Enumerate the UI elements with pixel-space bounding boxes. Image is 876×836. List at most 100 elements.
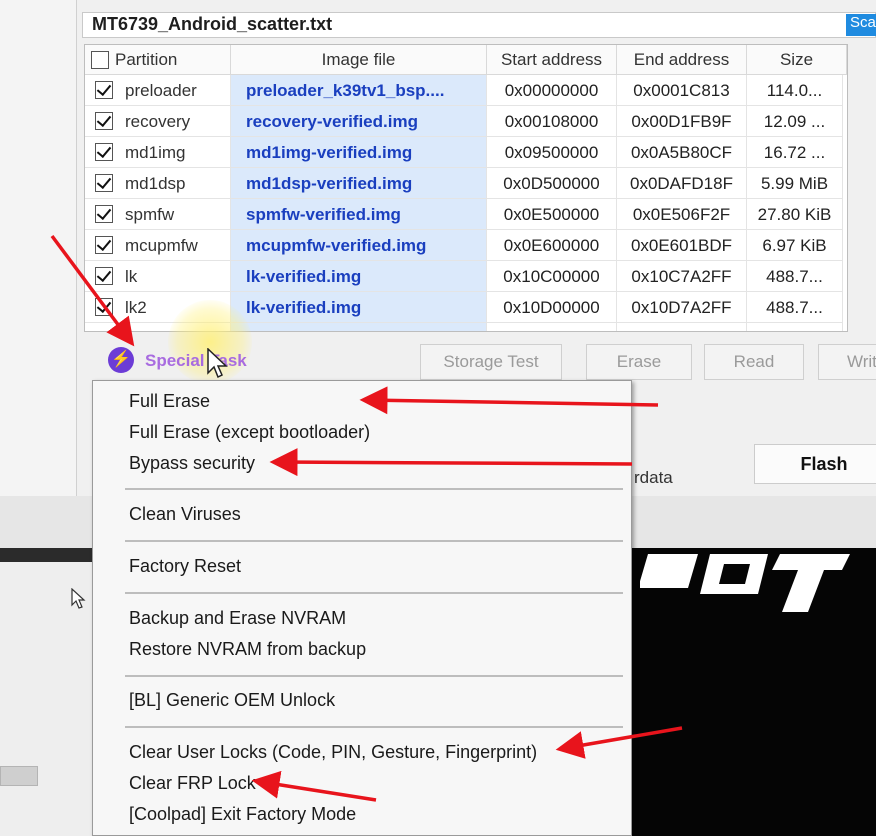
partition-name: md1dsp — [125, 174, 186, 193]
partition-name: md1img — [125, 143, 186, 162]
menu-item-factory-reset[interactable]: Factory Reset — [129, 556, 241, 577]
partition-name: lk2 — [125, 298, 147, 317]
write-button[interactable]: Writ — [818, 344, 876, 380]
menu-separator — [125, 592, 623, 594]
partition-checkbox[interactable] — [95, 80, 113, 99]
menu-item-generic-oem-unlock[interactable]: [BL] Generic OEM Unlock — [129, 690, 335, 711]
start-address-cell: 0x09500000 — [487, 137, 617, 168]
table-row[interactable]: md1dsp md1dsp-verified.img 0x0D500000 0x0DA… — [85, 168, 847, 199]
partition-table: Partition Image file Start address End a… — [84, 44, 848, 332]
menu-item-backup-erase-nvram[interactable]: Backup and Erase NVRAM — [129, 608, 346, 629]
end-cell — [617, 323, 747, 331]
menu-item-clean-viruses[interactable]: Clean Viruses — [129, 504, 241, 525]
checkmark-icon — [96, 111, 112, 128]
menu-separator — [125, 726, 623, 728]
checkmark-icon — [96, 266, 112, 283]
menu-separator — [125, 675, 623, 677]
start-address-cell: 0x0D500000 — [487, 168, 617, 199]
partition-cell: mcupmfw — [85, 230, 231, 261]
image-file-cell[interactable]: spmfw-verified.img — [231, 199, 487, 230]
partition-checkbox[interactable] — [95, 204, 113, 223]
header-start-address[interactable]: Start address — [487, 45, 617, 75]
size-cell: 114.0... — [747, 75, 843, 106]
partition-cell: lk — [85, 261, 231, 292]
checkmark-icon — [96, 80, 112, 97]
end-address-cell: 0x00D1FB9F — [617, 106, 747, 137]
end-address-cell: 0x0DAFD18F — [617, 168, 747, 199]
start-address-cell: 0x10C00000 — [487, 261, 617, 292]
horizontal-scrollbar[interactable] — [0, 766, 38, 786]
end-address-cell: 0x0001C813 — [617, 75, 747, 106]
image-file-cell[interactable]: recovery-verified.img — [231, 106, 487, 137]
start-address-cell: 0x10D00000 — [487, 292, 617, 323]
partition-cell: spmfw — [85, 199, 231, 230]
checkmark-icon — [96, 142, 112, 159]
size-cell: 488.7... — [747, 292, 843, 323]
checkmark-icon — [96, 235, 112, 252]
menu-item-full-erase[interactable]: Full Erase — [129, 391, 210, 412]
end-address-cell: 0x0E506F2F — [617, 199, 747, 230]
table-row[interactable]: lk lk-verified.img 0x10C00000 0x10C7A2FF 488… — [85, 261, 847, 292]
lightning-bolt-icon[interactable]: ⚡ — [108, 347, 134, 373]
partition-cell: md1dsp — [85, 168, 231, 199]
special-task-menu: Full Erase Full Erase (except bootloader… — [92, 380, 632, 836]
menu-item-restore-nvram[interactable]: Restore NVRAM from backup — [129, 639, 366, 660]
select-all-checkbox[interactable] — [91, 51, 109, 69]
checkmark-icon — [96, 173, 112, 190]
start-cell — [487, 323, 617, 331]
partition-name: mcupmfw — [125, 236, 198, 255]
partition-checkbox[interactable] — [95, 235, 113, 254]
end-address-cell: 0x0A5B80CF — [617, 137, 747, 168]
menu-item-full-erase-except-bootloader[interactable]: Full Erase (except bootloader) — [129, 422, 370, 443]
image-file-cell[interactable]: preloader_k39tv1_bsp.... — [231, 75, 487, 106]
flash-button[interactable]: Flash — [754, 444, 876, 484]
header-end-address[interactable]: End address — [617, 45, 747, 75]
partition-cell: preloader — [85, 75, 231, 106]
header-partition[interactable]: Partition — [85, 45, 231, 75]
table-row[interactable]: spmfw spmfw-verified.img 0x0E500000 0x0E506… — [85, 199, 847, 230]
partition-checkbox[interactable] — [95, 173, 113, 192]
checkmark-icon — [96, 297, 112, 314]
mouse-pointer-icon — [71, 588, 86, 609]
end-address-cell: 0x10C7A2FF — [617, 261, 747, 292]
size-cell: 6.97 KiB — [747, 230, 843, 261]
image-file-cell[interactable]: mcupmfw-verified.img — [231, 230, 487, 261]
table-row[interactable]: recovery recovery-verified.img 0x00108000 0… — [85, 106, 847, 137]
erase-button[interactable]: Erase — [586, 344, 692, 380]
partition-checkbox[interactable] — [95, 266, 113, 285]
image-file-cell[interactable]: lk-verified.img — [231, 292, 487, 323]
read-button[interactable]: Read — [704, 344, 804, 380]
menu-item-coolpad-exit-factory-mode[interactable]: [Coolpad] Exit Factory Mode — [129, 804, 356, 825]
menu-item-clear-user-locks[interactable]: Clear User Locks (Code, PIN, Gesture, Fi… — [129, 742, 537, 763]
image-file-cell[interactable]: lk-verified.img — [231, 261, 487, 292]
desktop-background-left — [0, 0, 76, 496]
partition-name: spmfw — [125, 205, 175, 224]
start-address-cell: 0x00108000 — [487, 106, 617, 137]
special-task-button[interactable]: Special Task — [145, 351, 247, 371]
menu-separator — [125, 488, 623, 490]
partition-checkbox[interactable] — [95, 142, 113, 161]
start-address-cell: 0x0E600000 — [487, 230, 617, 261]
partition-checkbox[interactable] — [95, 297, 113, 316]
table-row[interactable]: mcupmfw mcupmfw-verified.img 0x0E600000 0x0… — [85, 230, 847, 261]
partition-name: recovery — [125, 112, 191, 131]
image-file-cell[interactable]: md1img-verified.img — [231, 137, 487, 168]
table-row[interactable]: preloader preloader_k39tv1_bsp.... 0x00000… — [85, 75, 847, 106]
partition-name: preloader — [125, 81, 197, 100]
table-row[interactable]: md1img md1img-verified.img 0x09500000 0x0A5… — [85, 137, 847, 168]
checkmark-icon — [96, 204, 112, 221]
header-image-file[interactable]: Image file — [231, 45, 487, 75]
menu-separator — [125, 540, 623, 542]
image-cell — [231, 323, 487, 331]
menu-item-clear-frp-lock[interactable]: Clear FRP Lock — [129, 773, 256, 794]
size-cell: 16.72 ... — [747, 137, 843, 168]
image-file-cell[interactable]: md1dsp-verified.img — [231, 168, 487, 199]
scatter-file-name: MT6739_Android_scatter.txt — [92, 14, 333, 34]
menu-item-bypass-security[interactable]: Bypass security — [129, 453, 255, 474]
partition-name: lk — [125, 267, 138, 286]
storage-test-button[interactable]: Storage Test — [420, 344, 562, 380]
header-size[interactable]: Size — [747, 45, 847, 75]
partition-cell: md1img — [85, 137, 231, 168]
scatter-browse-button[interactable]: Sca — [846, 14, 876, 36]
partition-checkbox[interactable] — [95, 111, 113, 130]
